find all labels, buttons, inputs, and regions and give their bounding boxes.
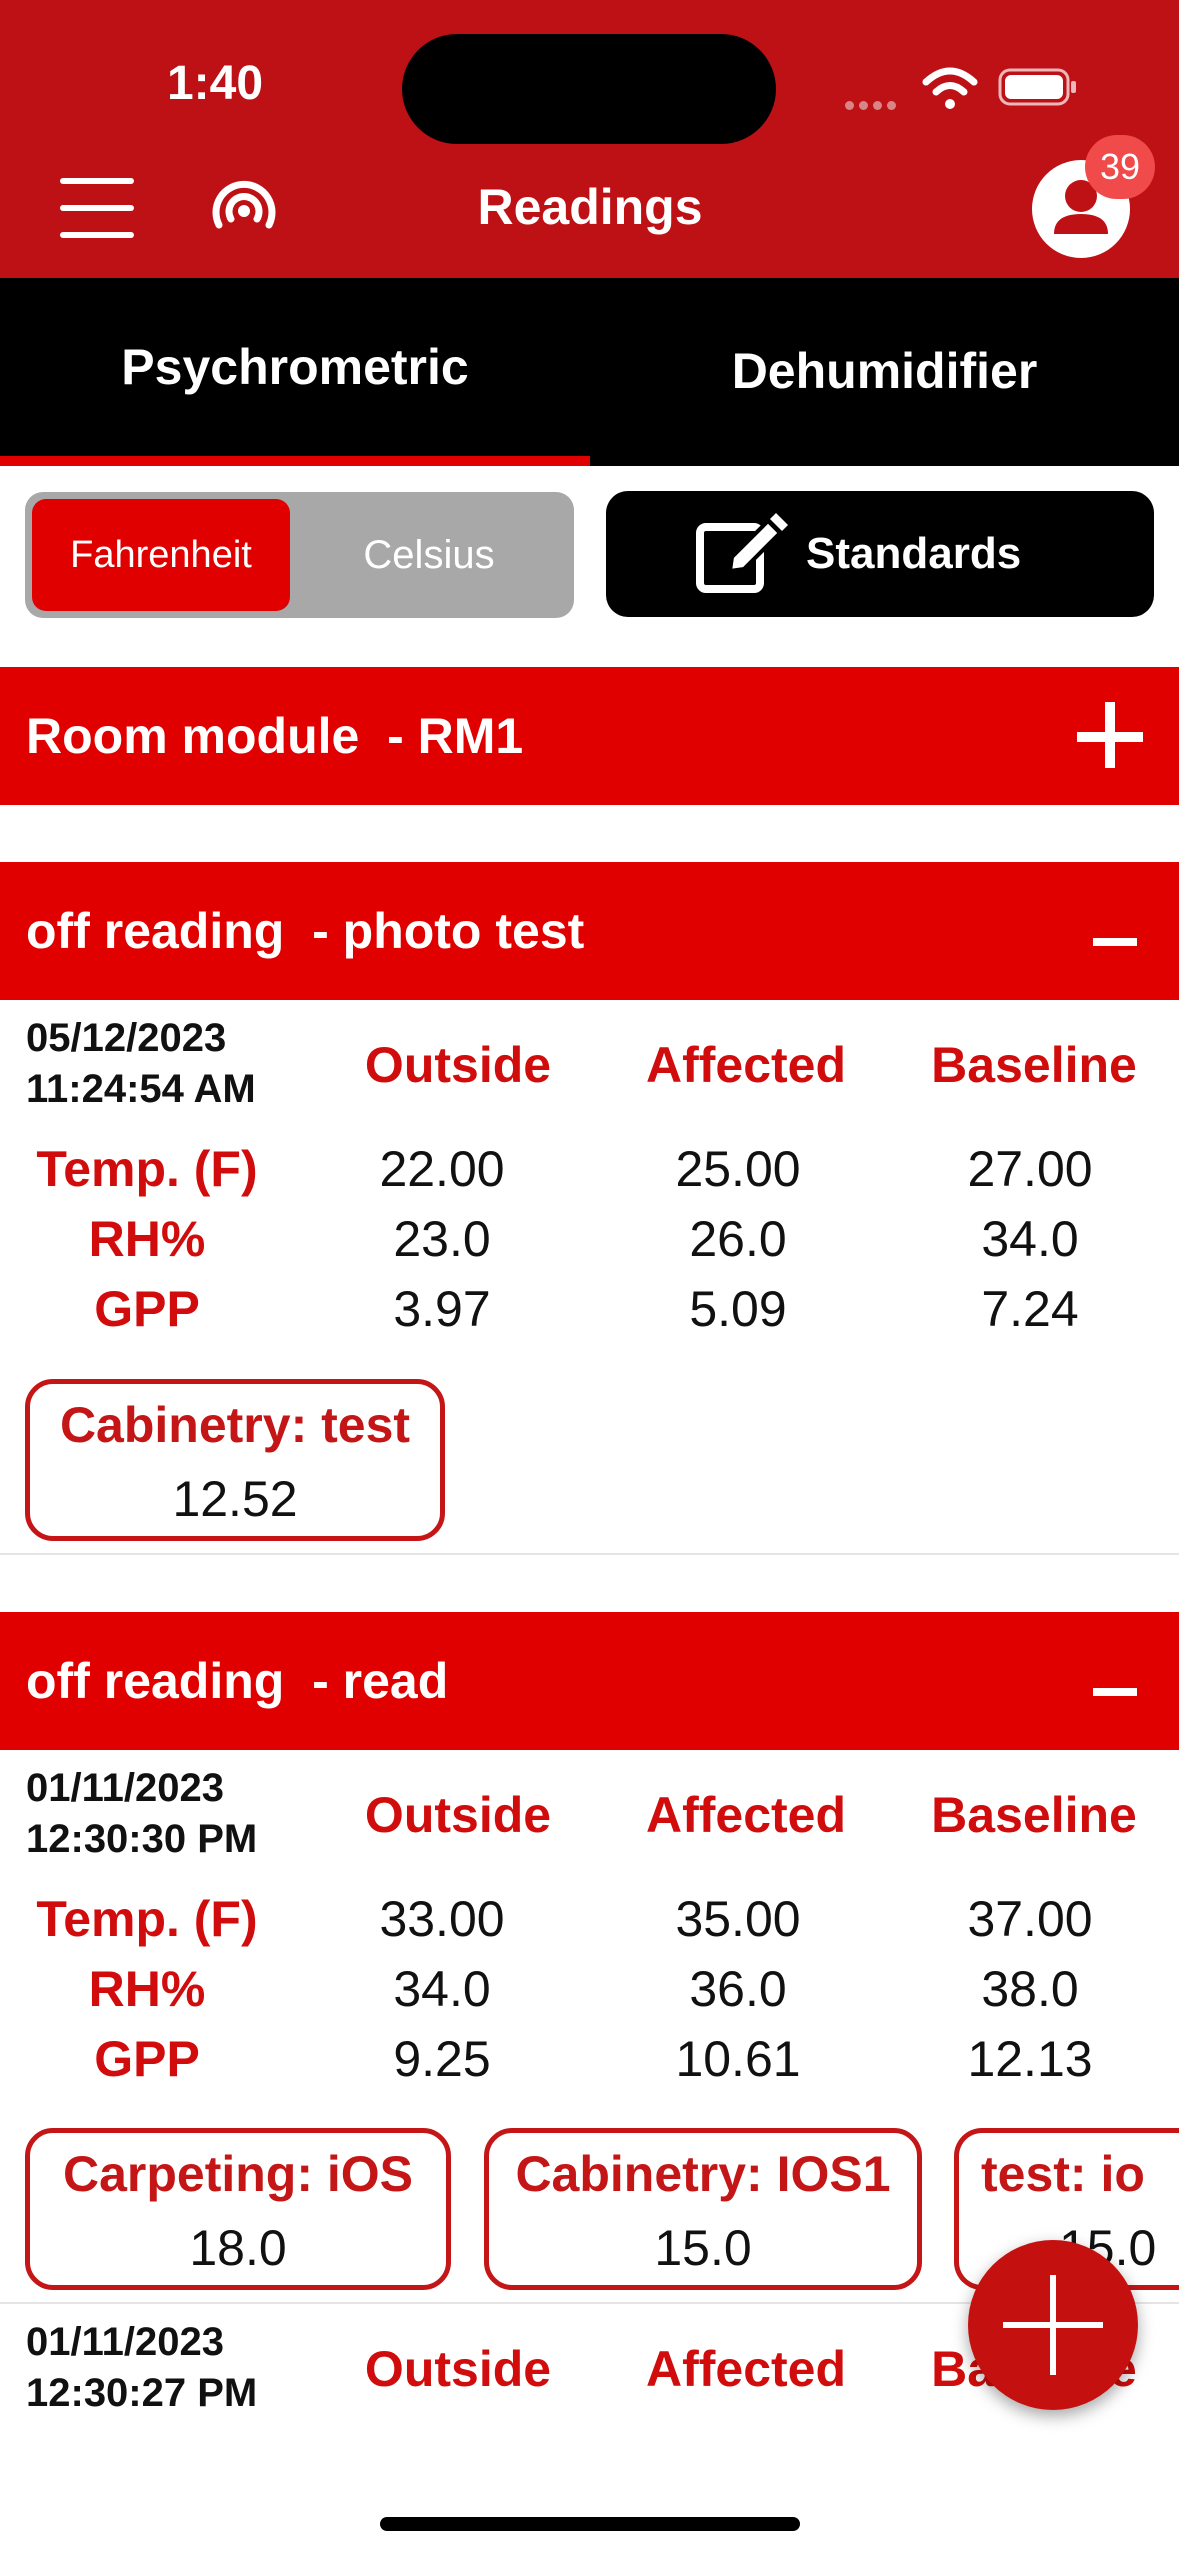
material-value: 18.0	[189, 2220, 287, 2276]
wifi-icon	[922, 67, 978, 109]
row-label-gpp: GPP	[94, 2031, 200, 2087]
menu-button[interactable]	[60, 178, 134, 238]
column-header-outside: Outside	[364, 1037, 552, 1093]
reading-time: 12:30:30 PM	[26, 1817, 258, 1861]
column-header-baseline: Baseline	[931, 1037, 1137, 1093]
standards-label: Standards	[806, 529, 1022, 578]
tab-dehumidifier[interactable]: Dehumidifier	[590, 278, 1179, 466]
cell-value: 5.09	[689, 1281, 787, 1337]
reading-date: 01/11/2023	[26, 1766, 224, 1810]
cell-value: 38.0	[981, 1961, 1079, 2017]
cell-value: 37.00	[967, 1891, 1093, 1947]
cell-value: 36.0	[689, 1961, 787, 2017]
room-module-header[interactable]: Room module - RM1	[0, 667, 1179, 805]
minus-icon[interactable]	[1077, 1647, 1147, 1717]
notification-badge: 39	[1085, 135, 1155, 199]
cell-value: 26.0	[689, 1211, 787, 1267]
material-reading-card[interactable]: Cabinetry: test 12.52	[25, 1379, 445, 1541]
broadcast-icon[interactable]	[205, 175, 283, 245]
material-value: 15.0	[654, 2220, 752, 2276]
row-label-rh: RH%	[88, 1961, 206, 2017]
cell-value: 34.0	[981, 1211, 1079, 1267]
unit-option-celsius[interactable]: Celsius	[290, 499, 568, 611]
tab-psychrometric[interactable]: Psychrometric	[0, 278, 590, 466]
section-title: off reading - photo test	[26, 903, 585, 959]
column-header-outside: Outside	[364, 2341, 552, 2397]
material-value: 12.52	[172, 1471, 298, 1527]
tab-bar: Psychrometric Dehumidifier	[0, 278, 1179, 466]
section-header[interactable]: off reading - read	[0, 1612, 1179, 1750]
row-label-rh: RH%	[88, 1211, 206, 1267]
active-tab-indicator	[0, 456, 590, 466]
material-label: test: io	[981, 2146, 1145, 2202]
cell-value: 10.61	[675, 2031, 801, 2087]
cell-value: 33.00	[379, 1891, 505, 1947]
cellular-signal-icon	[845, 97, 905, 110]
edit-icon	[696, 513, 788, 593]
divider	[0, 1553, 1179, 1555]
dynamic-island	[402, 34, 776, 144]
row-label-temp: Temp. (F)	[36, 1141, 258, 1197]
column-header-baseline: Baseline	[931, 1787, 1137, 1843]
room-module-title: Room module - RM1	[26, 708, 524, 764]
column-header-affected: Affected	[645, 2341, 847, 2397]
reading-date: 01/11/2023	[26, 2320, 224, 2364]
cell-value: 7.24	[981, 1281, 1079, 1337]
add-reading-button[interactable]	[968, 2240, 1138, 2410]
minus-icon[interactable]	[1077, 897, 1147, 967]
home-indicator	[380, 2517, 800, 2531]
material-label: Cabinetry: test	[59, 1397, 411, 1453]
column-header-affected: Affected	[645, 1787, 847, 1843]
cell-value: 34.0	[393, 1961, 491, 2017]
column-header-affected: Affected	[645, 1037, 847, 1093]
reading-time: 11:24:54 AM	[26, 1067, 256, 1111]
cell-value: 22.00	[379, 1141, 505, 1197]
reading-date: 05/12/2023	[26, 1016, 227, 1060]
section-header[interactable]: off reading - photo test	[0, 862, 1179, 1000]
cell-value: 3.97	[393, 1281, 491, 1337]
material-reading-card[interactable]: Cabinetry: IOS1 15.0	[484, 2128, 922, 2290]
column-header-outside: Outside	[364, 1787, 552, 1843]
standards-button[interactable]: Standards	[606, 491, 1154, 617]
section-title: off reading - read	[26, 1653, 449, 1709]
cell-value: 35.00	[675, 1891, 801, 1947]
unit-toggle: Fahrenheit Celsius	[25, 492, 574, 618]
cell-value: 12.13	[967, 2031, 1093, 2087]
material-label: Carpeting: iOS	[62, 2146, 414, 2202]
reading-time: 12:30:27 PM	[26, 2371, 258, 2415]
cell-value: 27.00	[967, 1141, 1093, 1197]
page-title: Readings	[477, 179, 703, 235]
plus-icon[interactable]	[1077, 702, 1147, 772]
material-reading-card[interactable]: Carpeting: iOS 18.0	[25, 2128, 451, 2290]
row-label-gpp: GPP	[94, 1281, 200, 1337]
material-label: Cabinetry: IOS1	[515, 2146, 891, 2202]
battery-icon	[998, 68, 1076, 106]
row-label-temp: Temp. (F)	[36, 1891, 258, 1947]
cell-value: 9.25	[393, 2031, 491, 2087]
status-time: 1:40	[166, 57, 264, 110]
unit-option-fahrenheit[interactable]: Fahrenheit	[32, 499, 290, 611]
cell-value: 25.00	[675, 1141, 801, 1197]
top-bar: 1:40 Readings 39	[0, 0, 1179, 278]
cell-value: 23.0	[393, 1211, 491, 1267]
